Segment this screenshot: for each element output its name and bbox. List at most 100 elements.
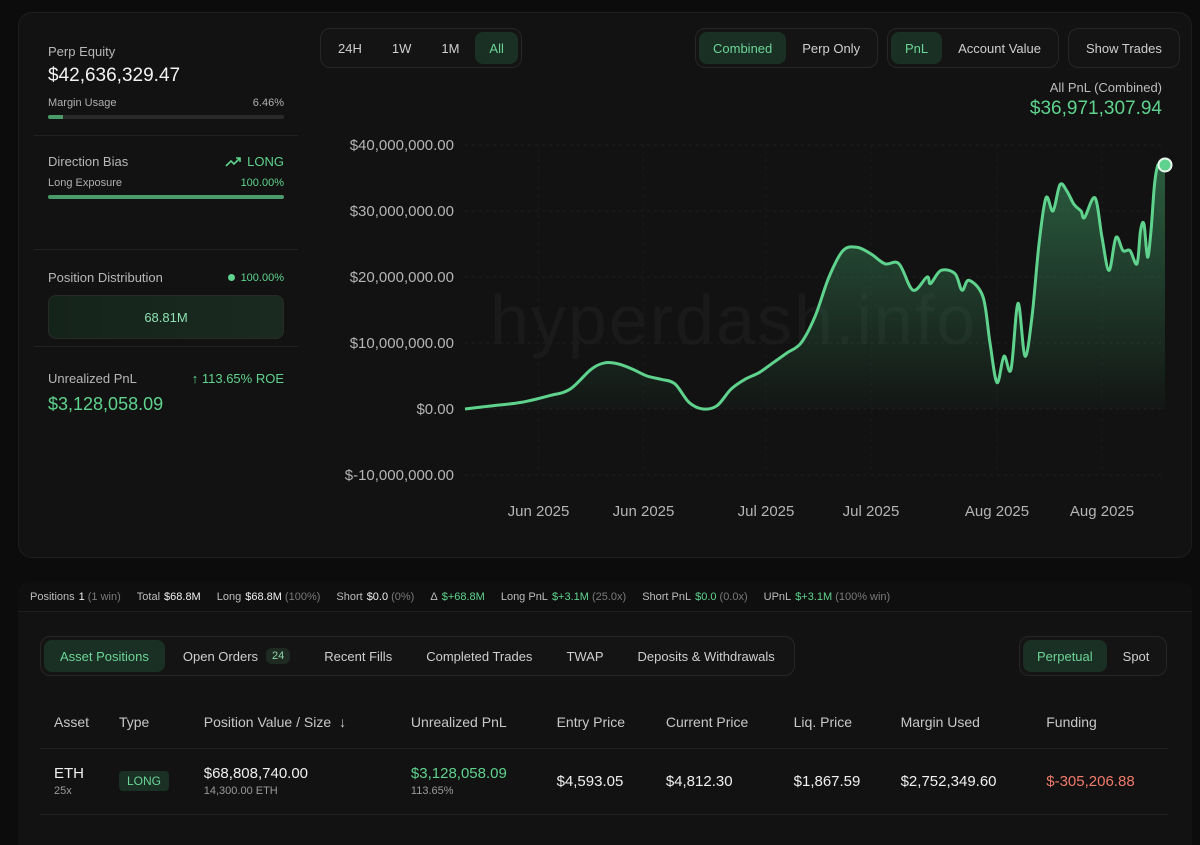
timeframe-24h-button[interactable]: 24H: [324, 32, 376, 64]
col-unrealized-pnl[interactable]: Unrealized PnL: [396, 696, 543, 749]
stat-short-sub: (0%): [391, 590, 415, 603]
long-dot-icon: [227, 273, 235, 281]
y-tick-label: $0.00: [416, 401, 454, 418]
position-distribution-value: 100.00%: [240, 271, 284, 284]
row-position-size: 14,300.00 ETH: [203, 785, 278, 797]
x-tick-label: Jul 2025: [843, 503, 900, 520]
stat-upnl-sub: (100% win): [835, 590, 891, 603]
tab-recent-fills[interactable]: Recent Fills: [308, 640, 408, 672]
y-tick-label: $10,000,000.00: [350, 335, 454, 352]
market-perpetual-button[interactable]: Perpetual: [1023, 640, 1107, 672]
stat-long-pnl-value: $+3.1M: [551, 590, 589, 603]
col-margin-used[interactable]: Margin Used: [886, 696, 1033, 749]
stat-upnl-value: $+3.1M: [795, 590, 833, 603]
direction-bias-label: Direction Bias: [48, 154, 129, 169]
metric-selector: PnL Account Value: [887, 28, 1060, 68]
table-row[interactable]: ETH 25x LONG $68,808,740.00 14,300.00 ETH …: [40, 748, 1168, 815]
stat-upnl-label: UPnL: [763, 590, 792, 603]
stat-total-value: $68.8M: [164, 590, 201, 603]
direction-bias-section: Direction Bias LONG Long Exposure 100.00…: [34, 136, 298, 250]
position-distribution-section: Position Distribution 100.00% 68.81M: [34, 250, 298, 347]
pnl-area-fill: [465, 164, 1165, 410]
position-distribution-amount: 68.81M: [144, 309, 188, 325]
stats-strip: Positions 1 (1 win) Total $68.8M Long $68.8M…: [18, 582, 1192, 612]
mode-combined-button[interactable]: Combined: [699, 32, 787, 64]
arrow-up-icon: ↑: [191, 371, 202, 386]
positions-table: Asset Type Position Value / Size ↓ Unreal…: [40, 696, 1168, 815]
stat-positions-sub: (1 win): [87, 590, 121, 603]
stat-short-value: $0.0: [366, 590, 389, 603]
stat-delta-label: Δ: [430, 590, 438, 603]
row-current-price: $4,812.30: [651, 748, 780, 815]
row-position-value: $68,808,740.00: [203, 765, 309, 782]
timeframe-1w-button[interactable]: 1W: [378, 32, 426, 64]
row-asset: ETH: [54, 765, 84, 782]
market-type-selector: Perpetual Spot: [1019, 636, 1168, 676]
col-funding[interactable]: Funding: [1032, 696, 1168, 749]
stat-long-pnl-label: Long PnL: [500, 590, 548, 603]
positions-tabs: Asset Positions Open Orders 24 Recent Fil…: [40, 636, 795, 676]
tab-asset-positions[interactable]: Asset Positions: [44, 640, 165, 672]
margin-usage-bar: [48, 115, 284, 119]
stat-short-label: Short: [336, 590, 363, 603]
pnl-chart[interactable]: $40,000,000.00 $30,000,000.00 $20,000,000.…: [320, 120, 1180, 530]
col-liq-price[interactable]: Liq. Price: [779, 696, 887, 749]
timeframe-all-button[interactable]: All: [475, 32, 518, 64]
open-orders-count-badge: 24: [266, 648, 291, 664]
col-position-value[interactable]: Position Value / Size ↓: [189, 696, 397, 749]
x-tick-label: Jul 2025: [738, 503, 795, 520]
row-unrealized-pnl: $3,128,058.09: [410, 765, 507, 782]
direction-bias-value: LONG: [247, 154, 284, 169]
col-type[interactable]: Type: [104, 696, 190, 749]
unrealized-pnl-value: $3,128,058.09: [48, 394, 164, 414]
tab-open-orders-label: Open Orders: [182, 648, 259, 664]
metric-pnl-button[interactable]: PnL: [891, 32, 943, 64]
unrealized-pnl-section: Unrealized PnL ↑ 113.65% ROE $3,128,058.…: [34, 347, 298, 415]
perp-equity-value: $42,636,329.47: [48, 65, 181, 86]
unrealized-pnl-label: Unrealized PnL: [48, 371, 137, 386]
tab-twap[interactable]: TWAP: [550, 640, 619, 672]
timeframe-selector: 24H 1W 1M All: [320, 28, 522, 68]
stat-long-sub: (100%): [284, 590, 321, 603]
table-header-row: Asset Type Position Value / Size ↓ Unreal…: [40, 696, 1168, 749]
col-current-price[interactable]: Current Price: [651, 696, 780, 749]
show-trades-button[interactable]: Show Trades: [1072, 32, 1176, 64]
margin-usage-value: 6.46%: [252, 97, 284, 109]
perp-equity-label: Perp Equity: [48, 44, 116, 59]
margin-usage-fill: [48, 115, 64, 119]
tab-open-orders[interactable]: Open Orders 24: [167, 640, 306, 672]
long-exposure-value: 100.00%: [240, 177, 284, 189]
perp-equity-section: Perp Equity $42,636,329.47 Margin Usage …: [34, 28, 298, 136]
account-summary: Perp Equity $42,636,329.47 Margin Usage …: [34, 28, 298, 415]
stat-short-pnl-sub: (0.0x): [719, 590, 748, 603]
y-tick-label: $40,000,000.00: [350, 137, 454, 154]
position-distribution-bar[interactable]: 68.81M: [48, 295, 284, 339]
mode-perp-only-button[interactable]: Perp Only: [788, 32, 874, 64]
row-funding: $-305,206.88: [1032, 748, 1168, 815]
stat-short-pnl-value: $0.0: [695, 590, 717, 603]
col-entry-price[interactable]: Entry Price: [542, 696, 652, 749]
market-spot-button[interactable]: Spot: [1109, 640, 1164, 672]
y-tick-label: $20,000,000.00: [350, 269, 454, 286]
position-distribution-label: Position Distribution: [48, 270, 163, 285]
x-tick-label: Aug 2025: [1070, 503, 1134, 520]
col-asset[interactable]: Asset: [40, 696, 105, 749]
sort-desc-icon: ↓: [339, 713, 347, 730]
tab-deposits-withdrawals[interactable]: Deposits & Withdrawals: [622, 640, 791, 672]
stat-long-value: $68.8M: [245, 590, 282, 603]
long-exposure-bar: [48, 195, 284, 199]
tab-completed-trades[interactable]: Completed Trades: [410, 640, 548, 672]
row-liq-price: $1,867.59: [779, 748, 887, 815]
stat-total-label: Total: [136, 590, 161, 603]
mode-selector: Combined Perp Only: [695, 28, 879, 68]
unrealized-pnl-roe: 113.65% ROE: [201, 371, 284, 386]
margin-usage-label: Margin Usage: [48, 97, 117, 109]
long-exposure-fill: [48, 195, 284, 199]
metric-account-value-button[interactable]: Account Value: [944, 32, 1055, 64]
row-margin-used: $2,752,349.60: [886, 748, 1033, 815]
x-tick-label: Aug 2025: [965, 503, 1029, 520]
latest-point-marker[interactable]: [1157, 157, 1173, 173]
pnl-header-label: All PnL (Combined): [1049, 80, 1162, 95]
stat-short-pnl-label: Short PnL: [642, 590, 692, 603]
timeframe-1m-button[interactable]: 1M: [427, 32, 473, 64]
